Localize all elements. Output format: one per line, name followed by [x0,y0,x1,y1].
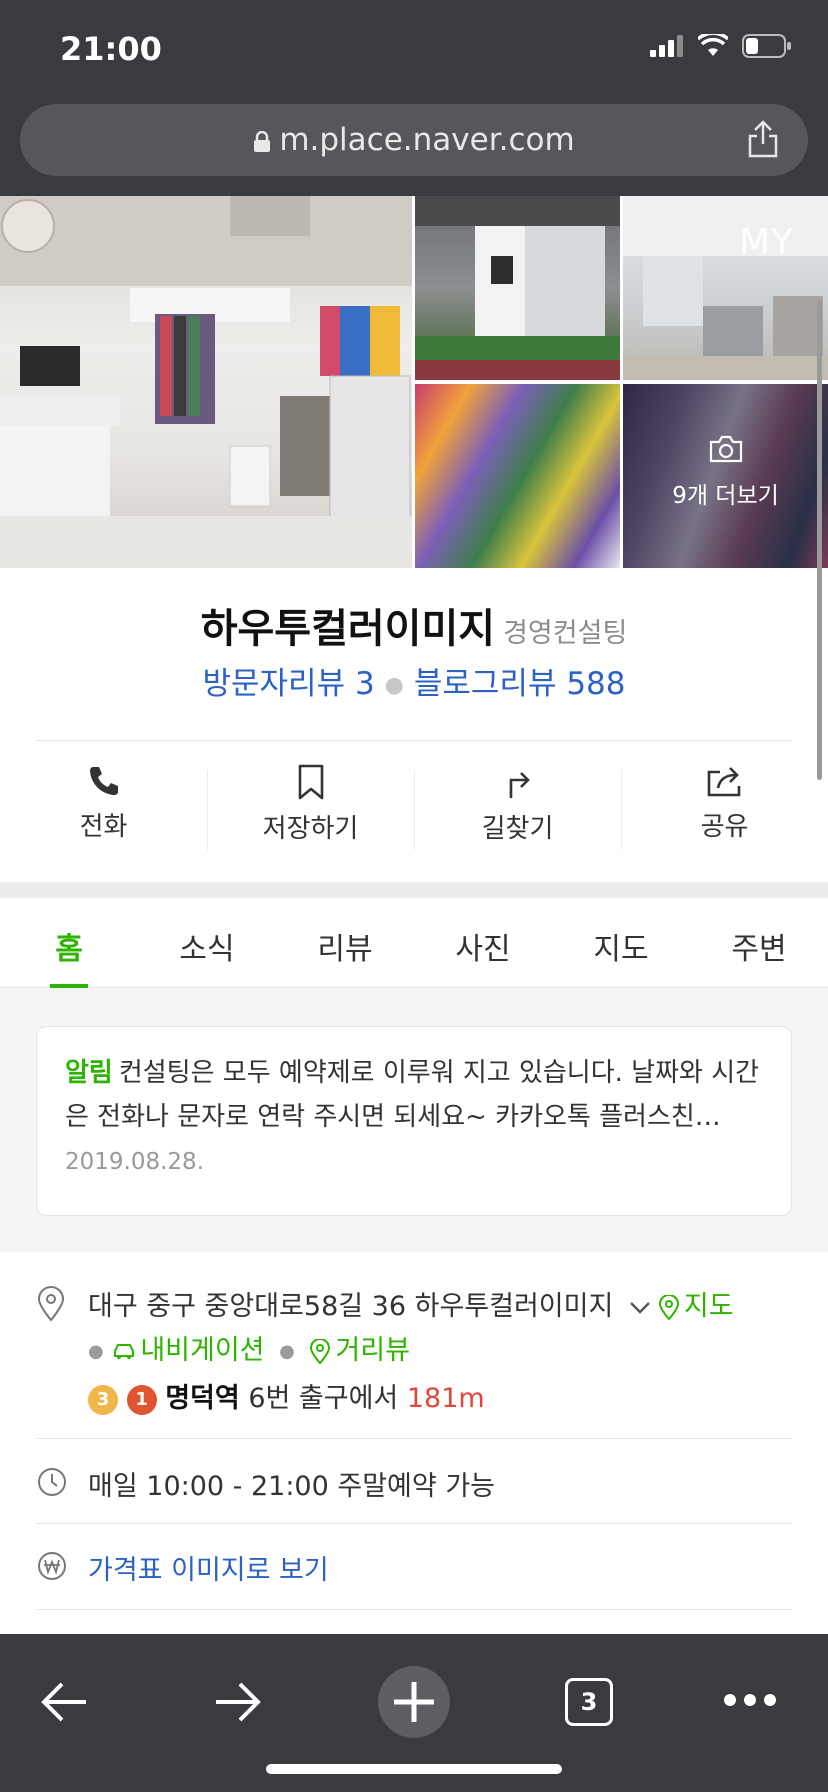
home-indicator[interactable] [266,1764,562,1774]
photo-interior-scene [623,196,828,380]
photo-main-scene [0,196,412,568]
distance: 181m [406,1383,485,1414]
directions-label: 길찾기 [481,814,554,844]
directions-icon [509,772,530,798]
wifi-icon [698,34,728,56]
review-links: 방문자리뷰 3 ● 블로그리뷰 588 [0,658,828,703]
share-button[interactable]: 공유 [621,764,828,864]
address-line: 대구 중구 중앙대로58길 36 하우투컬러이미지 지도 [88,1284,734,1323]
tab-news[interactable]: 소식 [138,898,276,987]
notice-date: 2019.08.28. [65,1149,204,1175]
street-view-label: 거리뷰 [335,1335,410,1366]
navigation-label: 내비게이션 [140,1335,265,1366]
notice-card[interactable]: 알림 컨설팅은 모두 예약제로 이루워 지고 있습니다. 날짜와 시간은 전화나 … [36,1026,792,1216]
place-category: 경영컨설팅 [503,618,628,649]
visitor-reviews-link[interactable]: 방문자리뷰 3 [202,666,374,702]
hours-text[interactable]: 매일 10:00 - 21:00 주말예약 가능 [88,1464,495,1503]
directions-button[interactable]: 길찾기 [414,764,621,864]
separator-dot: ● [384,673,404,698]
tab-bar: 홈 소식 리뷰 사진 지도 주변 [0,898,828,988]
address-row: 대구 중구 중앙대로58길 36 하우투컬러이미지 지도 ● 내비게이션 ● 거… [36,1284,792,1415]
forward-arrow-icon[interactable] [212,1680,264,1724]
chevron-down-icon[interactable] [628,1300,652,1316]
tab-nearby[interactable]: 주변 [690,898,828,987]
url-bar[interactable]: m.place.naver.com [20,104,808,176]
battery-icon [742,34,791,58]
save-label: 저장하기 [262,814,359,844]
photo-fabric-1[interactable] [415,384,620,568]
divider [36,740,792,741]
tab-count-button[interactable]: 3 [565,1678,613,1726]
divider [36,1609,792,1610]
photo-main[interactable] [0,196,412,568]
call-button[interactable]: 전화 [0,764,207,864]
url-text: m.place.naver.com [279,122,575,158]
photo-entrance-scene [415,196,620,380]
street-view-pin-icon [310,1337,331,1364]
exit-text: 6번 출구에서 [248,1383,399,1414]
blog-reviews-link[interactable]: 블로그리뷰 588 [414,666,626,702]
photo-gallery[interactable]: MY 9개 더보기 [0,196,828,568]
street-view-link[interactable]: 거리뷰 [309,1335,410,1366]
more-options-icon[interactable] [722,1692,778,1708]
lock-icon [254,130,271,152]
section-band [0,882,828,898]
subway-line-1-badge: 1 [126,1384,157,1415]
place-header: 하우투컬러이미지 경영컨설팅 [0,596,828,654]
photo-more-label[interactable]: 9개 더보기 [623,476,828,510]
status-time: 21:00 [60,30,162,68]
action-bar: 전화 저장하기 길찾기 공유 [0,764,828,864]
phone-icon [89,767,118,795]
tab-home[interactable]: 홈 [0,898,138,988]
browser-bottom-bar: 3 [0,1634,828,1792]
camera-icon [709,435,742,463]
divider [36,1523,792,1524]
station-name: 명덕역 [165,1383,240,1414]
url-display[interactable]: m.place.naver.com [20,122,808,158]
map-link[interactable]: 지도 [658,1291,734,1322]
car-icon [114,1343,135,1359]
signal-icon [650,35,683,57]
price-row: 가격표 이미지로 보기 [36,1548,792,1592]
status-icons [650,34,792,58]
browser-share-icon[interactable] [746,118,780,160]
bullet-dot: ● [88,1341,104,1362]
price-image-link[interactable]: 가격표 이미지로 보기 [88,1548,329,1587]
share-label: 공유 [700,812,749,842]
new-tab-button[interactable] [378,1666,450,1738]
save-button[interactable]: 저장하기 [207,764,414,864]
call-label: 전화 [79,812,128,842]
back-arrow-icon[interactable] [38,1680,90,1724]
hours-row: 매일 10:00 - 21:00 주말예약 가능 [36,1464,792,1508]
browser-top-bar: 21:00 m.place.naver.com [0,0,828,196]
place-name: 하우투컬러이미지 [200,606,496,652]
divider [36,1438,792,1439]
map-link-label: 지도 [683,1291,734,1322]
photo-entrance[interactable] [415,196,620,380]
bullet-dot: ● [279,1341,295,1362]
won-icon [38,1552,66,1580]
notice-tag: 알림 [65,1058,113,1088]
scroll-indicator[interactable] [817,300,822,780]
photo-interior[interactable]: MY [623,196,828,380]
address-text: 대구 중구 중앙대로58길 36 하우투컬러이미지 [88,1291,614,1322]
bookmark-icon [298,764,323,800]
subway-line-3-badge: 3 [88,1384,118,1415]
notice-text: 컨설팅은 모두 예약제로 이루워 지고 있습니다. 날짜와 시간은 전화나 문자… [65,1058,760,1132]
my-button[interactable]: MY [739,222,794,263]
plus-icon [394,1682,434,1722]
tab-map[interactable]: 지도 [552,898,690,987]
map-pin-icon [658,1293,679,1320]
clock-icon [38,1468,66,1496]
share-icon [707,767,740,797]
tab-reviews[interactable]: 리뷰 [276,898,414,987]
address-links: ● 내비게이션 ● 거리뷰 [88,1328,410,1367]
location-pin-icon [37,1286,65,1322]
photo-fabric-more[interactable]: 9개 더보기 [623,384,828,568]
tab-photos[interactable]: 사진 [414,898,552,987]
notice-body: 알림 컨설팅은 모두 예약제로 이루워 지고 있습니다. 날짜와 시간은 전화나 … [65,1051,763,1139]
navigation-link[interactable]: 내비게이션 [112,1335,265,1366]
subway-info: 3 1 명덕역 6번 출구에서 181m [88,1376,485,1415]
